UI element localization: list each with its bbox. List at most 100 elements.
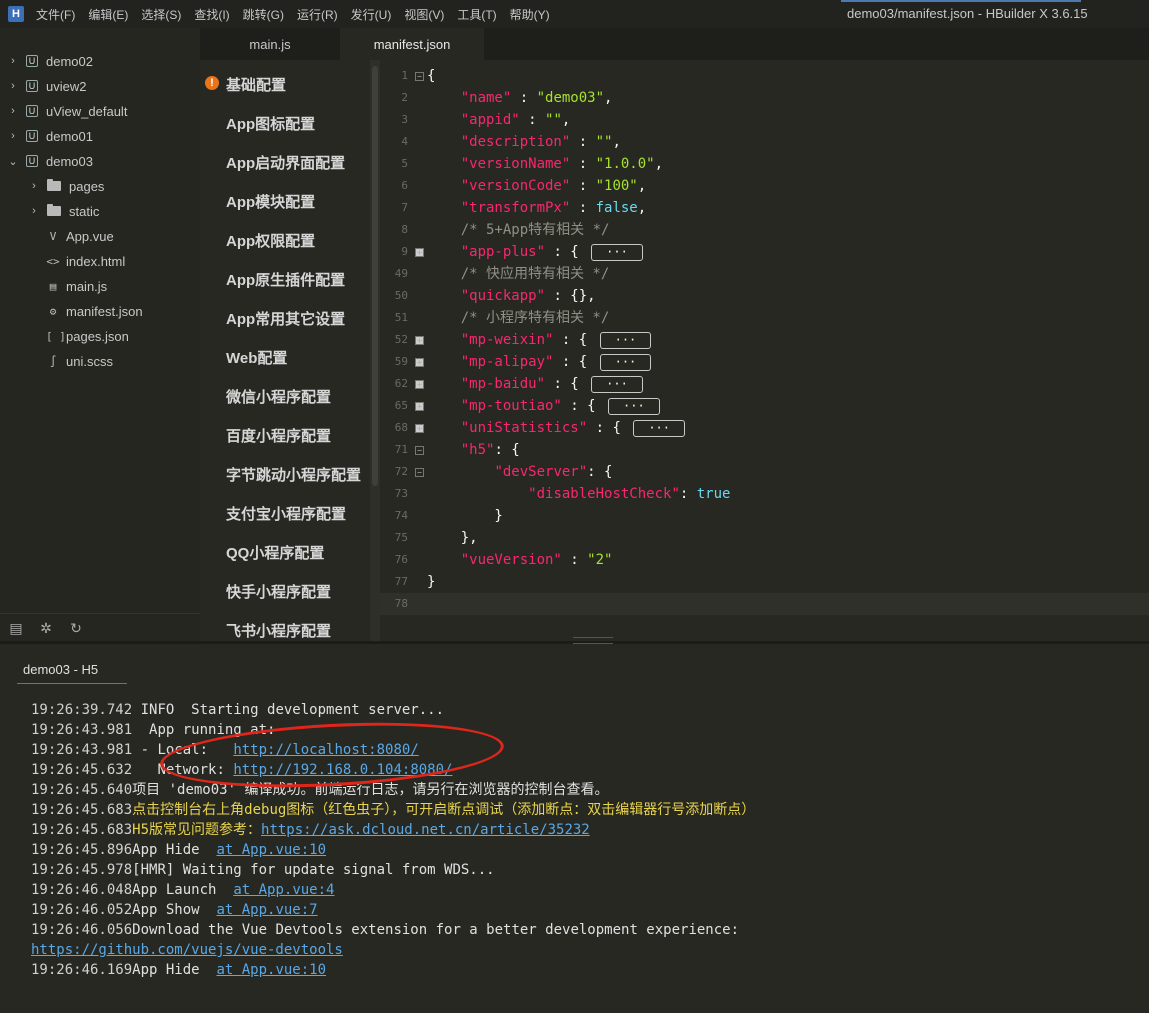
settings-nav-scrollbar[interactable] [370, 60, 380, 641]
nav-app-icon-config[interactable]: App图标配置 [226, 113, 315, 133]
tree-file-app-vue[interactable]: V App.vue [46, 224, 114, 248]
tab-manifest-json[interactable]: manifest.json [340, 28, 484, 60]
nav-app-native-plugin-config[interactable]: App原生插件配置 [226, 269, 345, 289]
line-number[interactable]: 77 [380, 571, 408, 593]
menu-select[interactable]: 选择(S) [141, 6, 181, 23]
line-number[interactable]: 4 [380, 131, 408, 153]
menu-edit[interactable]: 编辑(E) [88, 6, 128, 23]
line-number[interactable]: 76 [380, 549, 408, 571]
tree-project-uview2[interactable]: › U uview2 [8, 74, 86, 98]
history-icon[interactable]: ↻ [68, 620, 84, 637]
line-number[interactable]: 7 [380, 197, 408, 219]
nav-app-splash-config[interactable]: App启动界面配置 [226, 152, 345, 172]
nav-app-permission-config[interactable]: App权限配置 [226, 230, 315, 250]
menu-view[interactable]: 视图(V) [404, 6, 444, 23]
line-number[interactable]: 62 [380, 373, 408, 395]
devtools-link[interactable]: https://github.com/vuejs/vue-devtools [31, 942, 343, 958]
nav-weixin-config[interactable]: 微信小程序配置 [226, 386, 331, 406]
nav-feishu-config[interactable]: 飞书小程序配置 [226, 620, 331, 640]
nav-qq-config[interactable]: QQ小程序配置 [226, 542, 324, 562]
faq-link[interactable]: https://ask.dcloud.net.cn/article/35232 [261, 822, 590, 838]
menu-tools[interactable]: 工具(T) [457, 6, 496, 23]
line-number[interactable]: 72 [380, 461, 408, 483]
line-number[interactable]: 9 [380, 241, 408, 263]
folded-block[interactable]: ··· [591, 243, 643, 261]
line-number[interactable]: 78 [380, 593, 408, 615]
nav-app-other-settings[interactable]: App常用其它设置 [226, 308, 345, 328]
folded-block[interactable]: ··· [633, 419, 685, 437]
line-number[interactable]: 68 [380, 417, 408, 439]
tree-file-pages-json[interactable]: [ ] pages.json [46, 324, 129, 348]
tree-toolbar: ▤ ✲ ↻ [0, 613, 200, 642]
splitter-grip-icon[interactable] [573, 637, 613, 644]
tree-folder-pages[interactable]: › pages [29, 174, 104, 198]
nav-kuaishou-config[interactable]: 快手小程序配置 [226, 581, 331, 601]
line-number[interactable]: 8 [380, 219, 408, 241]
line-number[interactable]: 49 [380, 263, 408, 285]
nav-app-module-config[interactable]: App模块配置 [226, 191, 315, 211]
tree-file-index-html[interactable]: <> index.html [46, 249, 125, 273]
fold-expand-icon[interactable]: + [415, 336, 424, 345]
source-link[interactable]: at App.vue:7 [216, 902, 317, 918]
menu-publish[interactable]: 发行(U) [351, 6, 392, 23]
log-hint-text: 点击控制台右上角debug图标（红色虫子），可开启断点调试（添加断点：双击编辑器… [132, 802, 756, 818]
nav-alipay-config[interactable]: 支付宝小程序配置 [226, 503, 346, 523]
line-number[interactable]: 50 [380, 285, 408, 307]
folded-block[interactable]: ··· [599, 331, 652, 349]
scrollbar-thumb[interactable] [372, 66, 378, 486]
line-number[interactable]: 65 [380, 395, 408, 417]
log-text: INFO Starting development server... [132, 702, 445, 718]
menu-goto[interactable]: 跳转(G) [243, 6, 284, 23]
fold-collapse-icon[interactable]: − [415, 446, 424, 455]
tree-file-uni-scss[interactable]: ∫ uni.scss [46, 349, 113, 373]
warning-icon: ! [205, 76, 219, 90]
line-number[interactable]: 2 [380, 87, 408, 109]
line-number[interactable]: 3 [380, 109, 408, 131]
line-number[interactable]: 1 [380, 65, 408, 87]
nav-baidu-config[interactable]: 百度小程序配置 [226, 425, 331, 445]
fold-expand-icon[interactable]: + [415, 248, 424, 257]
tree-file-main-js[interactable]: ▤ main.js [46, 274, 108, 298]
project-manager-icon[interactable]: ▤ [8, 620, 24, 637]
fold-collapse-icon[interactable]: − [415, 72, 424, 81]
tree-file-manifest-json[interactable]: ⚙ manifest.json [46, 299, 143, 323]
tree-project-uview-default[interactable]: › U uView_default [8, 99, 127, 123]
tab-main-js[interactable]: main.js [200, 28, 340, 60]
nav-web-config[interactable]: Web配置 [226, 347, 287, 367]
console-tab-demo03-h5[interactable]: demo03 - H5 [17, 662, 127, 684]
code-editor[interactable]: 1−{ 2 "name" : "demo03", 3 "appid" : "",… [380, 60, 1149, 641]
line-number[interactable]: 5 [380, 153, 408, 175]
line-number[interactable]: 74 [380, 505, 408, 527]
line-number[interactable]: 51 [380, 307, 408, 329]
menu-file[interactable]: 文件(F) [36, 6, 75, 23]
tree-project-demo02[interactable]: › U demo02 [8, 49, 93, 73]
line-number[interactable]: 6 [380, 175, 408, 197]
fold-expand-icon[interactable]: + [415, 358, 424, 367]
fold-expand-icon[interactable]: + [415, 402, 424, 411]
tree-project-demo01[interactable]: › U demo01 [8, 124, 93, 148]
line-number[interactable]: 75 [380, 527, 408, 549]
menu-help[interactable]: 帮助(Y) [510, 6, 550, 23]
menu-find[interactable]: 查找(I) [194, 6, 229, 23]
tree-item-label: uview2 [46, 78, 87, 94]
folded-block[interactable]: ··· [608, 397, 660, 415]
line-number[interactable]: 52 [380, 329, 408, 351]
nav-basic-config[interactable]: 基础配置 [226, 74, 286, 94]
source-link[interactable]: at App.vue:4 [233, 882, 334, 898]
line-number[interactable]: 59 [380, 351, 408, 373]
line-number[interactable]: 73 [380, 483, 408, 505]
fold-expand-icon[interactable]: + [415, 424, 424, 433]
source-link[interactable]: at App.vue:10 [216, 842, 326, 858]
nav-toutiao-config[interactable]: 字节跳动小程序配置 [226, 464, 361, 484]
folded-block[interactable]: ··· [599, 353, 652, 371]
timestamp: 19:26:46.056 [31, 922, 133, 938]
line-number[interactable]: 71 [380, 439, 408, 461]
menu-run[interactable]: 运行(R) [297, 6, 338, 23]
tree-project-demo03[interactable]: ⌄ U demo03 [8, 149, 93, 173]
source-link[interactable]: at App.vue:10 [216, 962, 326, 978]
debug-bug-icon[interactable]: ✲ [38, 620, 54, 637]
folded-block[interactable]: ··· [591, 375, 643, 393]
fold-collapse-icon[interactable]: − [415, 468, 424, 477]
tree-folder-static[interactable]: › static [29, 199, 99, 223]
fold-expand-icon[interactable]: + [415, 380, 424, 389]
